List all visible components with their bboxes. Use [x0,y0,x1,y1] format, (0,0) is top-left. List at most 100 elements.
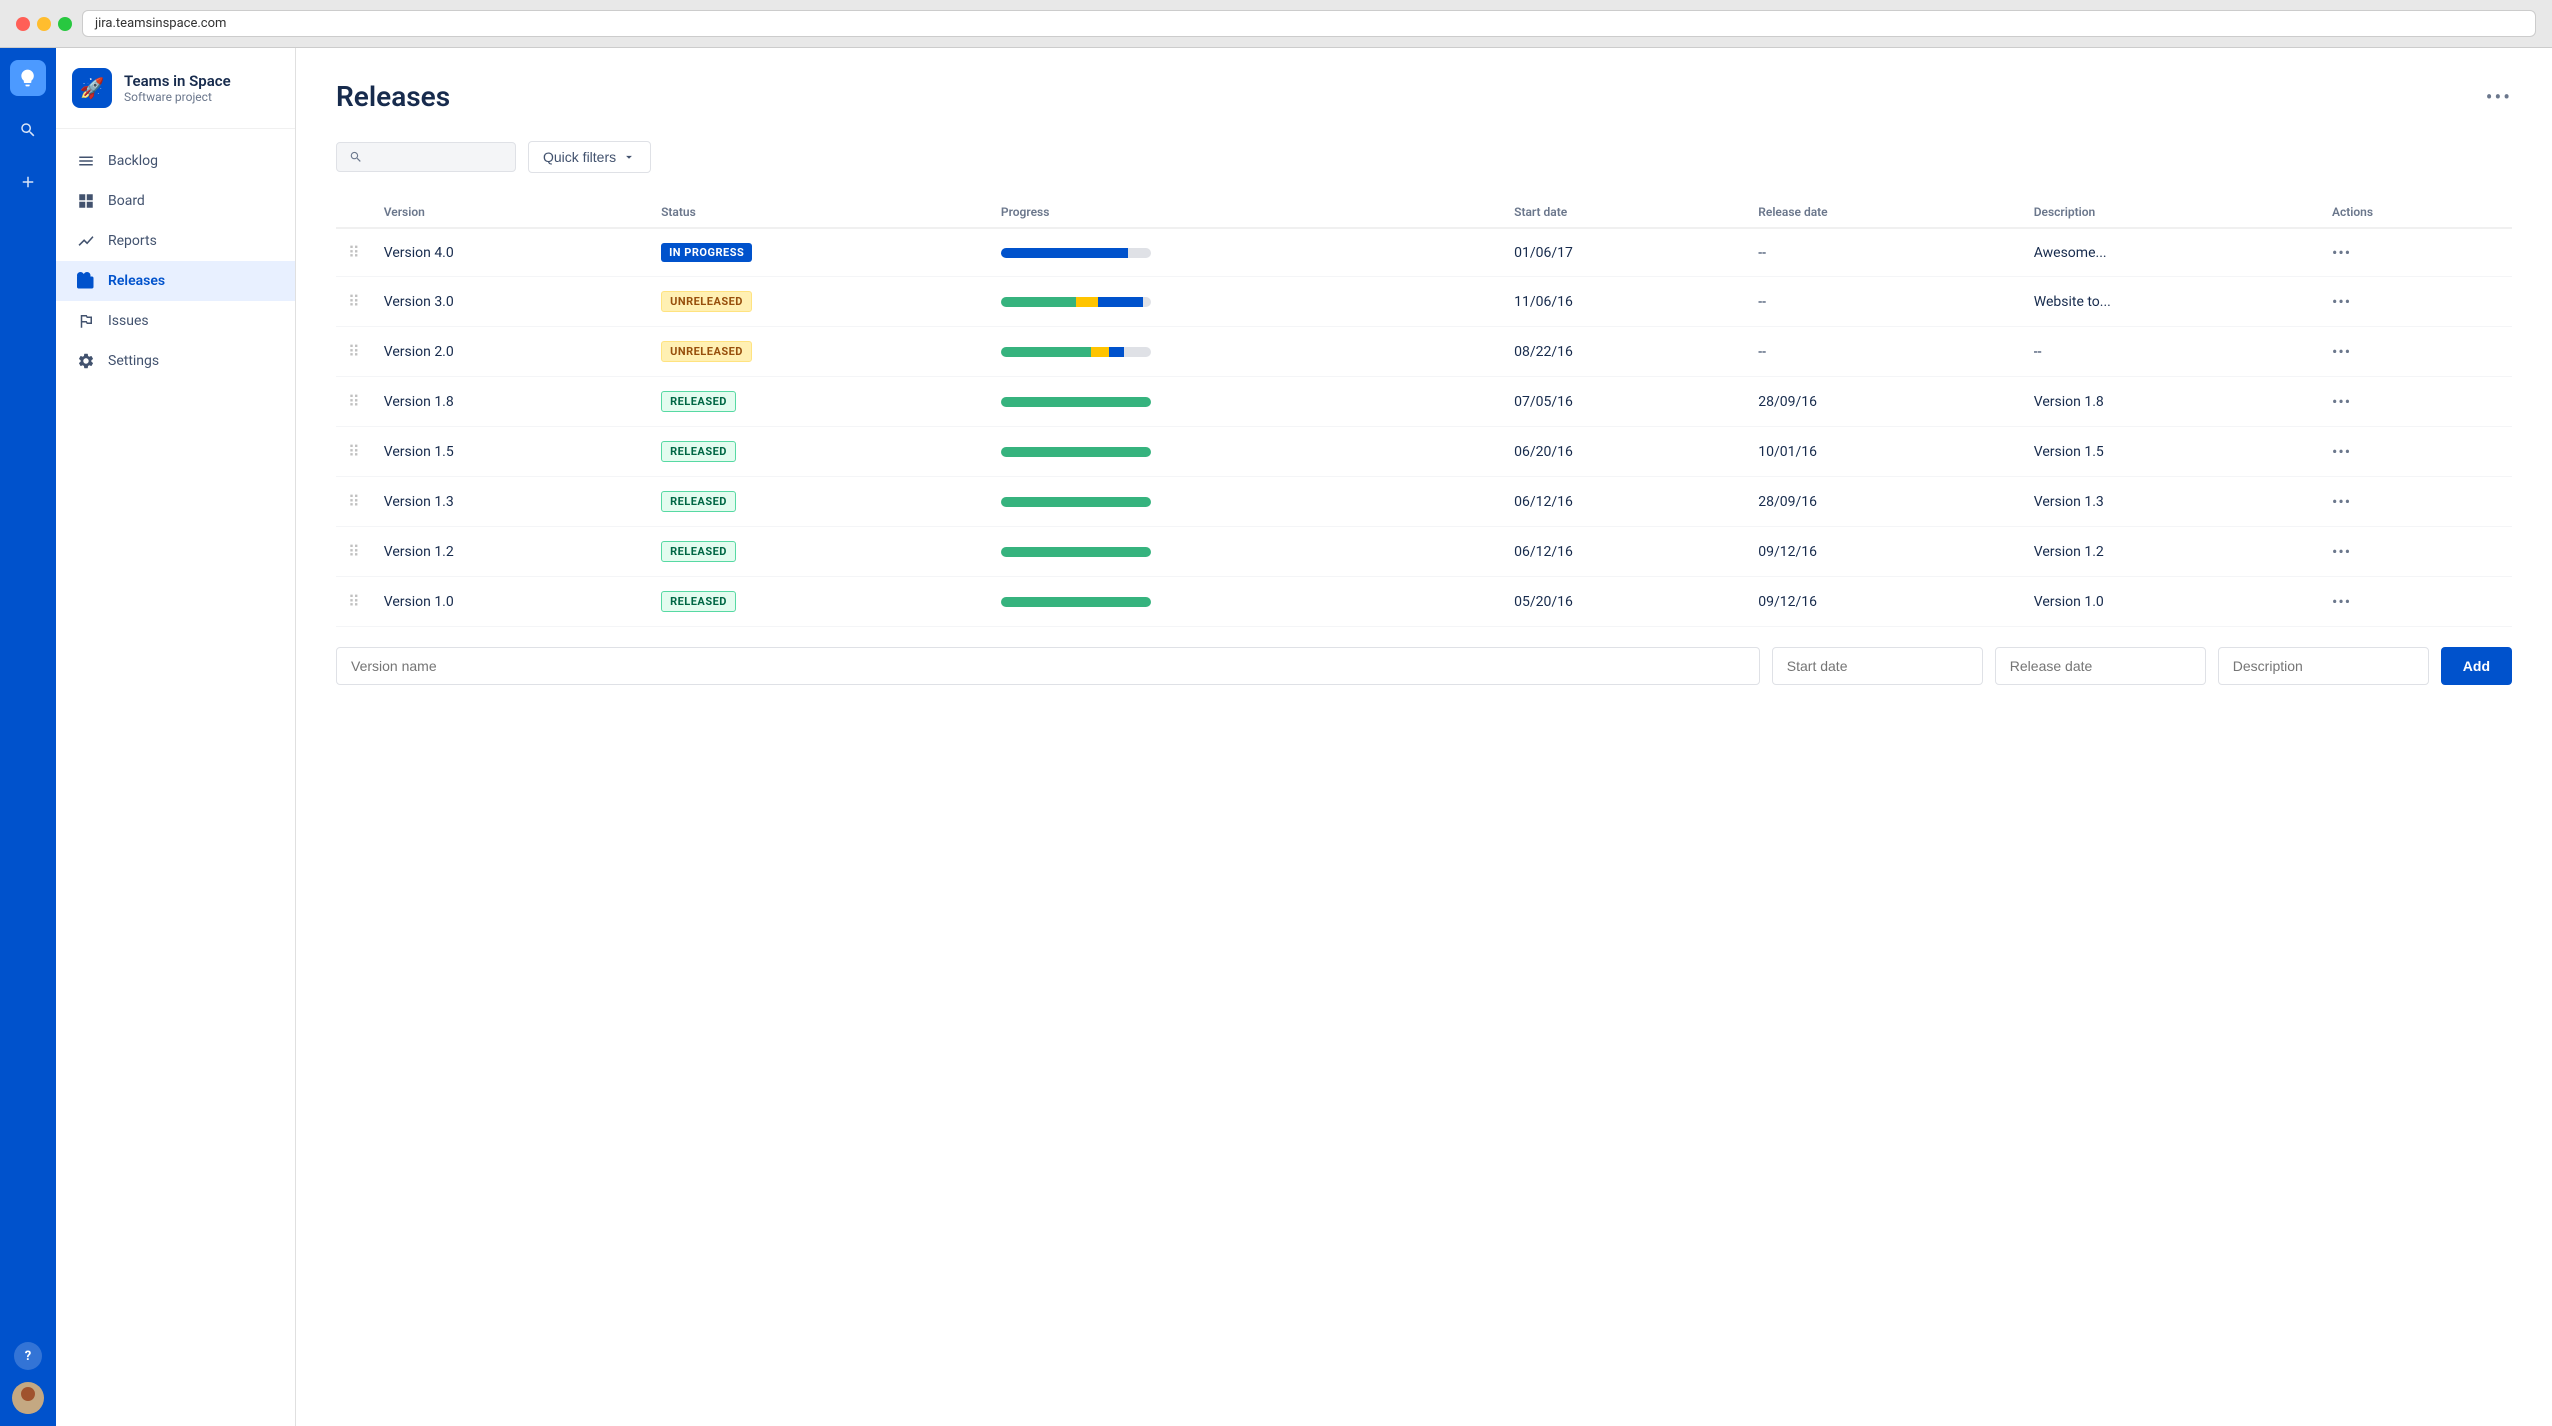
status-cell: RELEASED [649,577,989,627]
actions-cell[interactable]: ••• [2320,327,2512,377]
search-input[interactable] [371,149,503,165]
sidebar-nav: Backlog Board Reports Releases Issues Se… [56,129,295,393]
version-cell: Version 1.5 [372,427,649,477]
issues-nav-icon [76,311,96,331]
drag-handle-icon[interactable]: ⠿ [348,243,360,262]
drag-handle-cell[interactable]: ⠿ [336,477,372,527]
table-row: ⠿ Version 1.2 RELEASED 06/12/16 09/12/16… [336,527,2512,577]
add-rail-icon[interactable] [10,164,46,200]
sidebar-item-settings[interactable]: Settings [56,341,295,381]
project-header: 🚀 Teams in Space Software project [56,48,295,129]
release-date-input[interactable] [1995,647,2206,685]
col-actions: Actions [2320,197,2512,228]
description-cell: Version 1.2 [2022,527,2320,577]
more-options-button[interactable]: ••• [2486,85,2512,109]
progress-blue [1109,347,1124,357]
description-cell: Version 1.5 [2022,427,2320,477]
row-actions-button[interactable]: ••• [2332,243,2351,262]
backlog-nav-icon [76,151,96,171]
sidebar-item-releases[interactable]: Releases [56,261,295,301]
start-date-cell: 08/22/16 [1502,327,1746,377]
status-cell: UNRELEASED [649,277,989,327]
row-actions-button[interactable]: ••• [2332,592,2351,611]
row-actions-button[interactable]: ••• [2332,442,2351,461]
browser-chrome: jira.teamsinspace.com [0,0,2552,48]
release-date-cell: -- [1746,228,2022,277]
drag-handle-icon[interactable]: ⠿ [348,492,360,511]
progress-bar [1001,597,1151,607]
actions-cell[interactable]: ••• [2320,377,2512,427]
status-badge: RELEASED [661,541,736,562]
start-date-cell: 11/06/16 [1502,277,1746,327]
start-date-input[interactable] [1772,647,1983,685]
release-date-cell: 28/09/16 [1746,477,2022,527]
project-icon: 🚀 [72,68,112,108]
actions-cell[interactable]: ••• [2320,228,2512,277]
row-actions-button[interactable]: ••• [2332,292,2351,311]
version-name-input[interactable] [336,647,1760,685]
close-dot[interactable] [16,17,30,31]
table-row: ⠿ Version 1.5 RELEASED 06/20/16 10/01/16… [336,427,2512,477]
progress-cell [989,277,1502,327]
drag-handle-cell[interactable]: ⠿ [336,277,372,327]
table-row: ⠿ Version 2.0 UNRELEASED 08/22/16 -- -- … [336,327,2512,377]
progress-blue [1098,297,1143,307]
project-emoji: 🚀 [80,76,105,100]
drag-handle-cell[interactable]: ⠿ [336,527,372,577]
row-actions-button[interactable]: ••• [2332,342,2351,361]
drag-handle-icon[interactable]: ⠿ [348,592,360,611]
description-cell: Website to... [2022,277,2320,327]
actions-cell[interactable]: ••• [2320,277,2512,327]
release-date-cell: 10/01/16 [1746,427,2022,477]
drag-handle-cell[interactable]: ⠿ [336,327,372,377]
drag-handle-icon[interactable]: ⠿ [348,342,360,361]
progress-cell [989,527,1502,577]
drag-handle-cell[interactable]: ⠿ [336,228,372,277]
sidebar: 🚀 Teams in Space Software project Backlo… [56,48,296,1426]
actions-cell[interactable]: ••• [2320,577,2512,627]
drag-handle-cell[interactable]: ⠿ [336,377,372,427]
address-bar[interactable]: jira.teamsinspace.com [82,10,2536,37]
start-date-cell: 06/12/16 [1502,527,1746,577]
progress-gray [1128,248,1151,258]
sidebar-item-reports[interactable]: Reports [56,221,295,261]
drag-handle-icon[interactable]: ⠿ [348,542,360,561]
table-row: ⠿ Version 3.0 UNRELEASED 11/06/16 -- Web… [336,277,2512,327]
col-status: Status [649,197,989,228]
search-box[interactable] [336,142,516,172]
help-icon[interactable]: ? [14,1342,42,1370]
main-content: Releases ••• Quick filters Version [296,48,2552,1426]
drag-handle-cell[interactable]: ⠿ [336,427,372,477]
app-logo[interactable] [10,60,46,96]
drag-handle-icon[interactable]: ⠿ [348,392,360,411]
description-input[interactable] [2218,647,2429,685]
add-button[interactable]: Add [2441,647,2512,685]
col-release-date: Release date [1746,197,2022,228]
sidebar-item-backlog[interactable]: Backlog [56,141,295,181]
col-progress: Progress [989,197,1502,228]
board-nav-icon [76,191,96,211]
quick-filters-button[interactable]: Quick filters [528,141,651,173]
sidebar-item-issues[interactable]: Issues [56,301,295,341]
reports-nav-icon [76,231,96,251]
actions-cell[interactable]: ••• [2320,477,2512,527]
maximize-dot[interactable] [58,17,72,31]
search-icon [349,149,363,165]
drag-handle-icon[interactable]: ⠿ [348,292,360,311]
col-drag [336,197,372,228]
row-actions-button[interactable]: ••• [2332,392,2351,411]
minimize-dot[interactable] [37,17,51,31]
row-actions-button[interactable]: ••• [2332,492,2351,511]
release-date-cell: -- [1746,327,2022,377]
row-actions-button[interactable]: ••• [2332,542,2351,561]
page-title: Releases [336,80,450,113]
app: ? 🚀 Teams in Space Software project Back… [0,48,2552,1426]
actions-cell[interactable]: ••• [2320,527,2512,577]
drag-handle-cell[interactable]: ⠿ [336,577,372,627]
search-rail-icon[interactable] [10,112,46,148]
sidebar-item-board[interactable]: Board [56,181,295,221]
user-avatar[interactable] [12,1382,44,1414]
drag-handle-icon[interactable]: ⠿ [348,442,360,461]
actions-cell[interactable]: ••• [2320,427,2512,477]
progress-gray [1143,297,1151,307]
